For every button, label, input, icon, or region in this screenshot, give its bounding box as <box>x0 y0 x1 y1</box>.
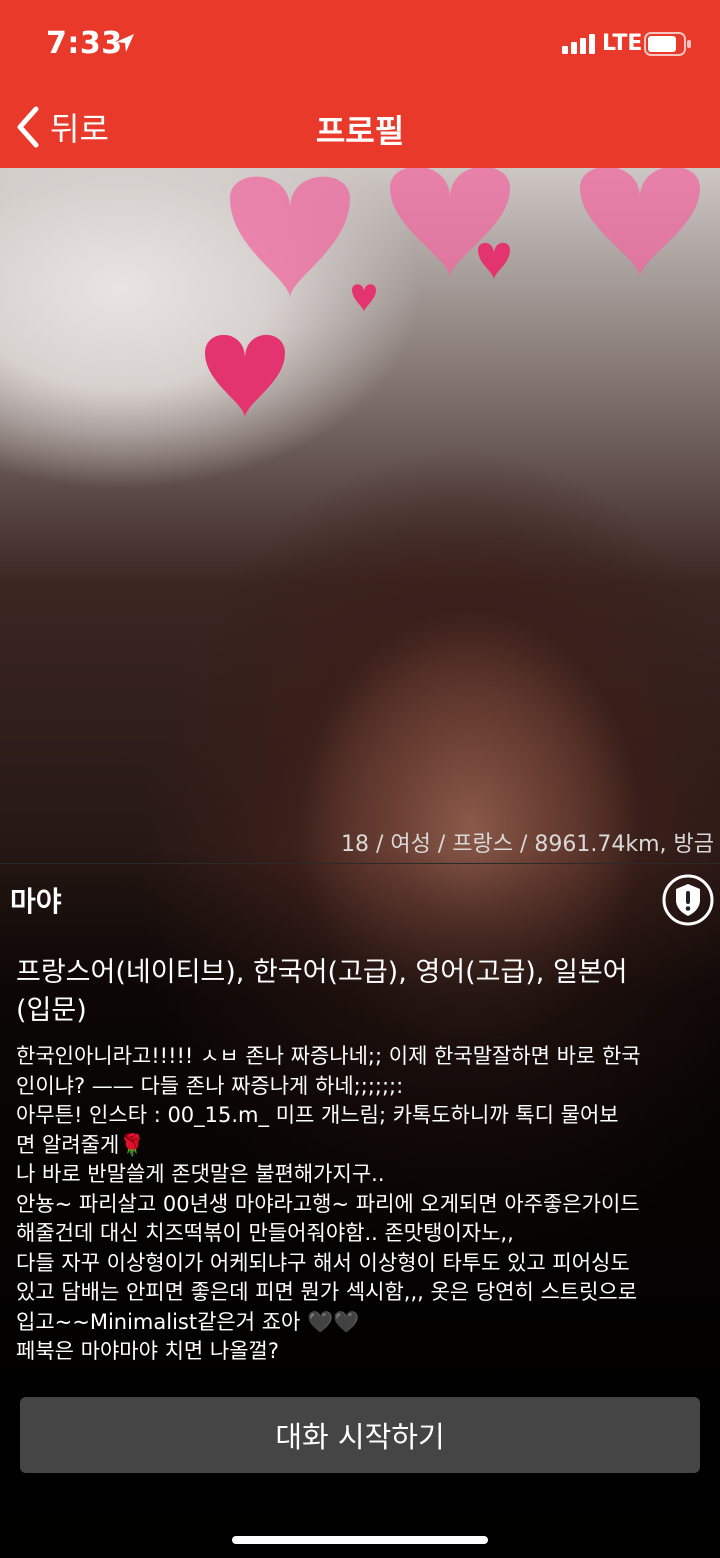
signal-bars-icon <box>562 34 595 54</box>
location-arrow-icon <box>116 34 134 52</box>
divider <box>0 863 720 864</box>
languages: 프랑스어(네이티브), 한국어(고급), 영어(고급), 일본어 (입문) <box>16 957 628 1026</box>
profile-name: 마야 <box>10 885 62 918</box>
profile-bio: 한국인아니라고!!!!! ㅅㅂ 존나 짜증나네;; 이제 한국말잘하면 바로 한… <box>16 1044 641 1363</box>
page-title: 프로필 <box>315 112 405 150</box>
network-type: LTE <box>602 31 643 56</box>
heart-stickers <box>205 168 700 418</box>
report-button[interactable] <box>662 874 714 926</box>
status-time: 7:33 <box>46 26 123 61</box>
battery-icon <box>644 32 691 56</box>
home-indicator <box>232 1536 488 1544</box>
app-header: 7:33 LTE 뒤로 프로필 <box>0 0 720 168</box>
profile-meta: 18 / 여성 / 프랑스 / 8961.74km, 방금 <box>340 832 714 857</box>
shield-alert-icon <box>676 884 700 916</box>
profile-screen: 7:33 LTE 뒤로 프로필 18 / 여성 / 프랑스 / 8961.74k… <box>0 0 720 1558</box>
start-chat-button[interactable]: 대화 시작하기 <box>20 1397 700 1473</box>
